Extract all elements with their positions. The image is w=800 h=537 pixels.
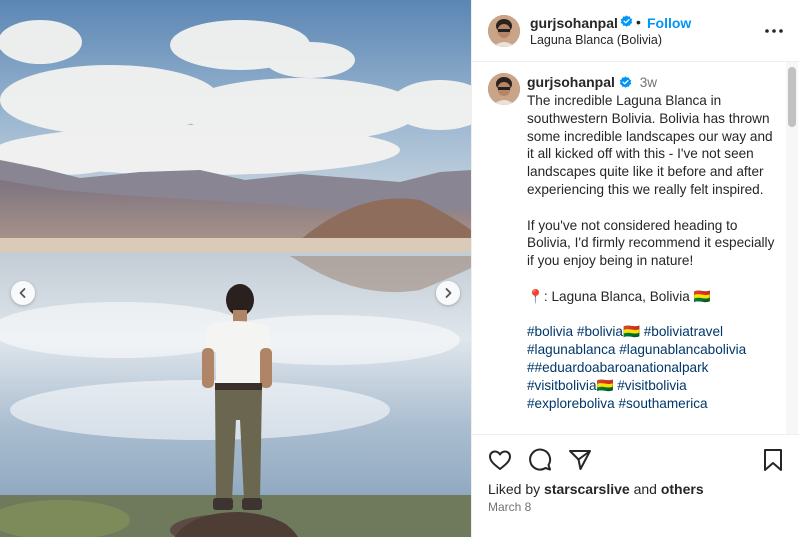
hashtag-link[interactable]: #exploreboliva — [527, 396, 615, 411]
liked-by-user-link[interactable]: starscarslive — [544, 481, 630, 497]
chevron-left-icon — [19, 288, 26, 298]
liked-by-and: and — [633, 481, 657, 497]
caption-text: The incredible Laguna Blanca in southwes… — [527, 92, 775, 412]
hashtag-link[interactable]: #lagunablanca — [527, 342, 615, 357]
chevron-right-icon — [445, 288, 452, 298]
previous-photo-button[interactable] — [11, 281, 35, 305]
author-username[interactable]: gurjsohanpal — [530, 15, 618, 31]
laguna-landscape-image — [0, 0, 471, 537]
hashtag-link[interactable]: ##eduardoabaroanationalpark — [527, 360, 708, 375]
heart-icon[interactable] — [487, 447, 513, 473]
liked-by-text: Liked by starscarslive and others — [488, 481, 704, 497]
bookmark-icon[interactable] — [760, 447, 786, 473]
caption-paragraph: If you've not considered heading to Boli… — [527, 217, 779, 269]
avatar[interactable] — [488, 15, 520, 47]
comment-bubble-icon[interactable] — [527, 447, 553, 473]
caption-timestamp: 3w — [639, 75, 657, 90]
hashtag-link[interactable]: #bolivia🇧🇴 — [577, 324, 640, 339]
caption-paragraph: The incredible Laguna Blanca in southwes… — [527, 93, 777, 197]
comments-area[interactable]: gurjsohanpal 3w The incredible Laguna Bl… — [472, 62, 800, 434]
hashtag-list: #bolivia #bolivia🇧🇴 #boliviatravel #lagu… — [527, 324, 746, 410]
follow-button[interactable]: Follow — [647, 15, 691, 31]
paper-plane-icon[interactable] — [567, 447, 593, 473]
post-actions: Liked by starscarslive and others March … — [472, 434, 800, 537]
separator-dot: • — [636, 14, 641, 30]
verified-badge-icon — [620, 15, 633, 27]
post-photo[interactable] — [0, 0, 471, 537]
caption-avatar[interactable] — [488, 73, 520, 105]
caption-username[interactable]: gurjsohanpal — [527, 74, 615, 90]
comments-scrollbar[interactable] — [788, 67, 796, 127]
hashtag-link[interactable]: #lagunablancabolivia — [619, 342, 746, 357]
post-date[interactable]: March 8 — [488, 500, 531, 514]
more-options-icon[interactable] — [763, 22, 785, 40]
liked-by-others-link[interactable]: others — [661, 481, 704, 497]
hashtag-link[interactable]: #southamerica — [618, 396, 707, 411]
post-location[interactable]: Laguna Blanca (Bolivia) — [530, 33, 662, 47]
verified-badge-icon — [619, 76, 631, 88]
caption-location-line: 📍: Laguna Blanca, Bolivia 🇧🇴 — [527, 288, 711, 304]
hashtag-link[interactable]: #boliviatravel — [644, 324, 723, 339]
caption-header: gurjsohanpal 3w — [527, 74, 657, 90]
hashtag-link[interactable]: #bolivia — [527, 324, 573, 339]
hashtag-link[interactable]: #visitbolivia🇧🇴 — [527, 378, 613, 393]
post-sidebar: gurjsohanpal • Follow Laguna Blanca (Bol… — [471, 0, 800, 537]
post-header: gurjsohanpal • Follow Laguna Blanca (Bol… — [472, 0, 800, 62]
liked-by-prefix: Liked by — [488, 481, 541, 497]
hashtag-link[interactable]: #visitbolivia — [617, 378, 687, 393]
next-photo-button[interactable] — [436, 281, 460, 305]
